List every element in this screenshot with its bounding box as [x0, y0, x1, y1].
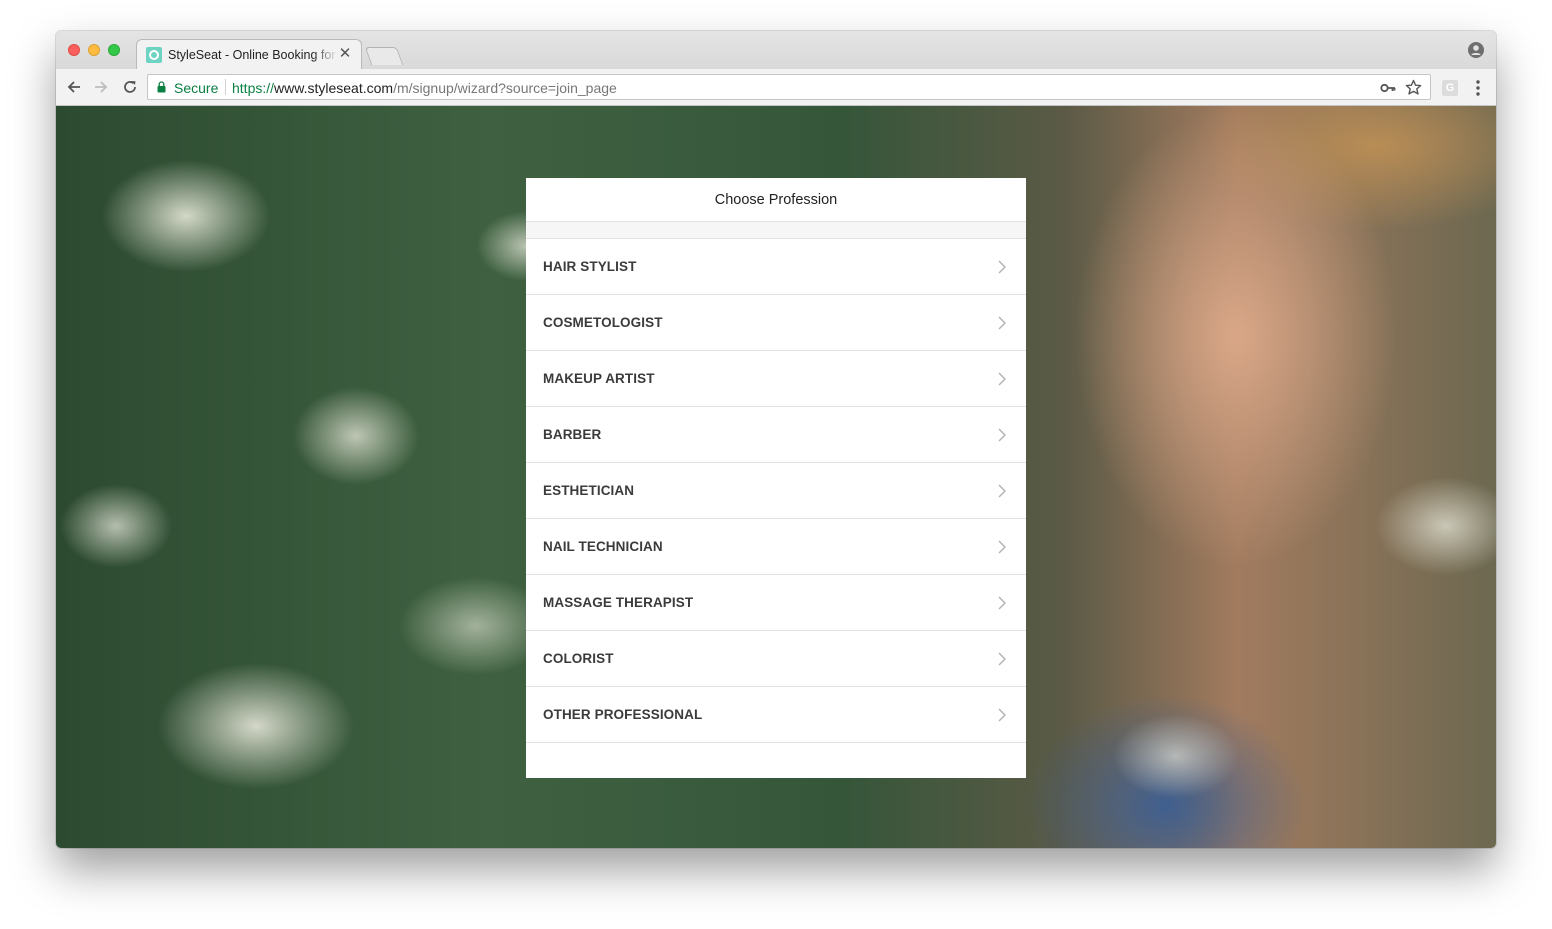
- profession-item-other-professional[interactable]: OTHER PROFESSIONAL: [526, 687, 1026, 743]
- profession-item-cosmetologist[interactable]: COSMETOLOGIST: [526, 295, 1026, 351]
- browser-toolbar: Secure https://www.styleseat.com/m/signu…: [56, 69, 1496, 106]
- url-host: www.styleseat.com: [274, 80, 394, 96]
- profession-label: COSMETOLOGIST: [543, 315, 663, 330]
- page-viewport: Choose Profession HAIR STYLIST COSMETOLO…: [56, 106, 1496, 848]
- key-icon[interactable]: [1380, 81, 1396, 95]
- profession-label: BARBER: [543, 427, 602, 442]
- forward-arrow-icon: [95, 81, 108, 93]
- url-path: /m/signup/wizard?source=join_page: [393, 80, 617, 96]
- close-window-button[interactable]: [68, 44, 80, 56]
- chevron-right-icon: [998, 540, 1006, 554]
- profession-label: MASSAGE THERAPIST: [543, 595, 694, 610]
- secure-label: Secure: [174, 80, 219, 96]
- url-text[interactable]: https://www.styleseat.com/m/signup/wizar…: [232, 80, 617, 96]
- reload-icon: [124, 81, 136, 93]
- address-bar[interactable]: Secure https://www.styleseat.com/m/signu…: [147, 74, 1431, 100]
- tab-strip: StyleSeat - Online Booking for ✕: [56, 31, 1496, 70]
- profession-item-colorist[interactable]: COLORIST: [526, 631, 1026, 687]
- profession-label: COLORIST: [543, 651, 614, 666]
- styleseat-favicon-icon: [146, 47, 162, 63]
- forward-button[interactable]: [91, 77, 111, 97]
- chevron-right-icon: [998, 316, 1006, 330]
- chevron-right-icon: [998, 428, 1006, 442]
- profession-item-makeup-artist[interactable]: MAKEUP ARTIST: [526, 351, 1026, 407]
- chevron-right-icon: [998, 596, 1006, 610]
- chevron-right-icon: [998, 652, 1006, 666]
- profession-label: NAIL TECHNICIAN: [543, 539, 663, 554]
- new-tab-button[interactable]: [364, 47, 404, 65]
- zoom-window-button[interactable]: [108, 44, 120, 56]
- star-icon[interactable]: [1405, 79, 1422, 96]
- tab-title: StyleSeat - Online Booking for: [168, 48, 336, 62]
- chevron-right-icon: [998, 484, 1006, 498]
- tab-styleseat[interactable]: StyleSeat - Online Booking for ✕: [136, 39, 362, 70]
- profession-item-hair-stylist[interactable]: HAIR STYLIST: [526, 239, 1026, 295]
- chevron-right-icon: [998, 372, 1006, 386]
- extension-icon[interactable]: G: [1442, 80, 1458, 96]
- omnibox-divider: [225, 79, 226, 95]
- reload-button[interactable]: [120, 77, 140, 97]
- profession-label: MAKEUP ARTIST: [543, 371, 655, 386]
- dialog-title: Choose Profession: [714, 191, 838, 208]
- chevron-right-icon: [998, 260, 1006, 274]
- lock-icon: [157, 81, 166, 93]
- profession-list: HAIR STYLIST COSMETOLOGIST MAKEUP ARTIST…: [526, 239, 1026, 743]
- profession-label: OTHER PROFESSIONAL: [543, 707, 703, 722]
- chevron-right-icon: [998, 708, 1006, 722]
- profile-icon[interactable]: [1468, 42, 1484, 58]
- url-scheme: https://: [232, 80, 275, 96]
- profession-item-massage-therapist[interactable]: MASSAGE THERAPIST: [526, 575, 1026, 631]
- profession-item-nail-technician[interactable]: NAIL TECHNICIAN: [526, 519, 1026, 575]
- minimize-window-button[interactable]: [88, 44, 100, 56]
- dialog-spacer: [526, 222, 1026, 239]
- back-button[interactable]: [64, 77, 84, 97]
- dialog-header: Choose Profession: [526, 178, 1026, 222]
- browser-window: StyleSeat - Online Booking for ✕ Secure …: [56, 31, 1496, 848]
- choose-profession-dialog: Choose Profession HAIR STYLIST COSMETOLO…: [526, 178, 1026, 778]
- profession-label: HAIR STYLIST: [543, 259, 637, 274]
- back-arrow-icon: [67, 81, 80, 93]
- menu-icon[interactable]: [1470, 79, 1486, 97]
- tab-close-icon[interactable]: ✕: [337, 45, 353, 63]
- profession-item-barber[interactable]: BARBER: [526, 407, 1026, 463]
- profession-label: ESTHETICIAN: [543, 483, 635, 498]
- profession-item-esthetician[interactable]: ESTHETICIAN: [526, 463, 1026, 519]
